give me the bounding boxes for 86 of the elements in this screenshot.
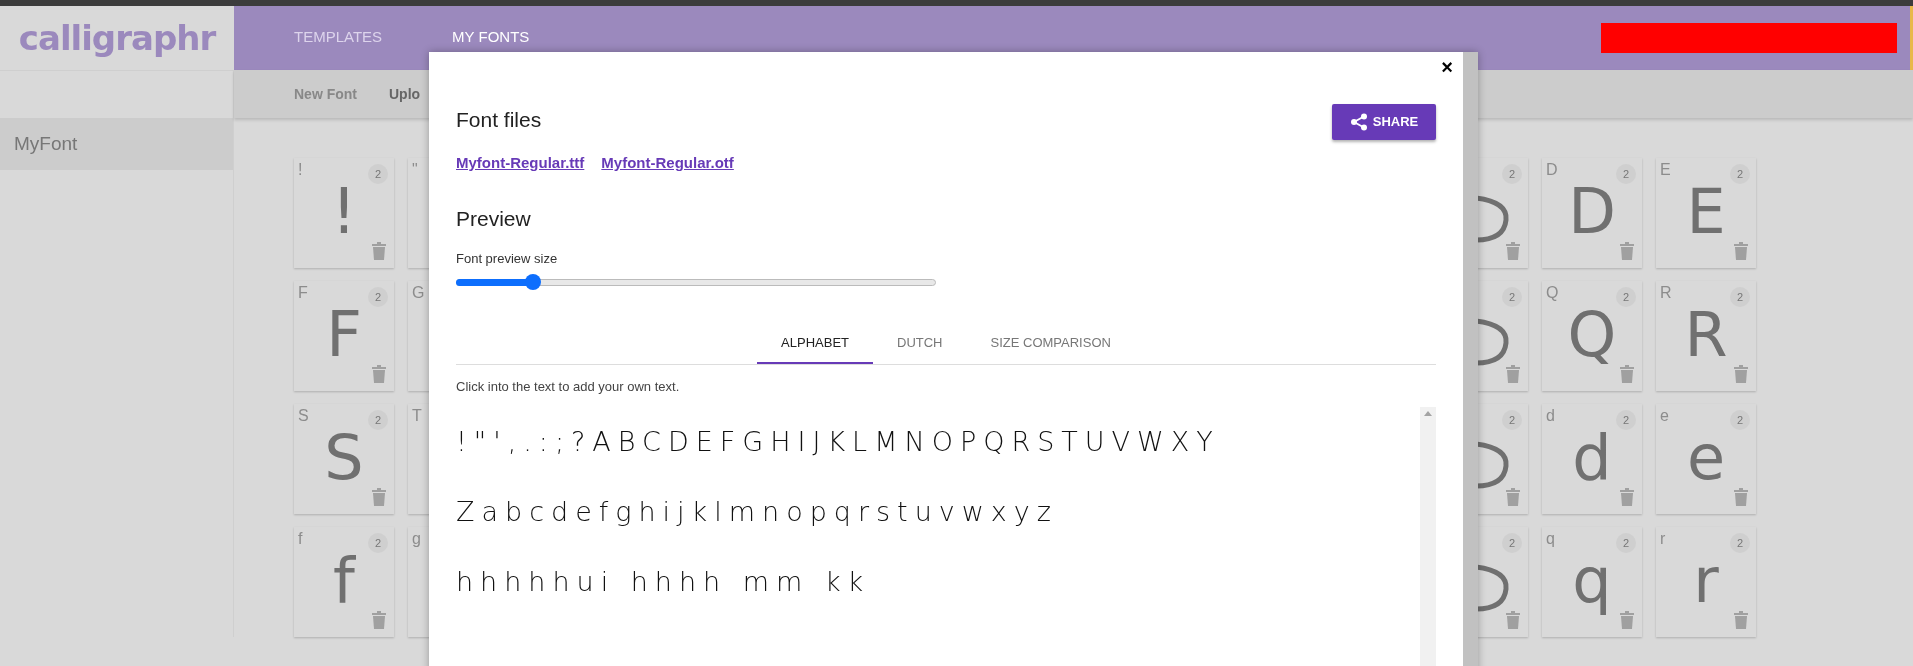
glyph-card[interactable]: ! 2 ! — [294, 158, 394, 268]
preview-tab[interactable]: DUTCH — [873, 324, 967, 364]
glyph-label: E — [1660, 160, 1671, 180]
glyph-preview: d — [1572, 426, 1612, 490]
glyph-label: " — [412, 160, 418, 180]
glyph-label: g — [412, 529, 421, 549]
count-badge: 2 — [368, 164, 388, 184]
preview-tab[interactable]: SIZE COMPARISON — [966, 324, 1135, 364]
glyph-preview: Q — [1567, 303, 1617, 367]
subnav-link[interactable]: Uplo — [389, 83, 421, 105]
preview-text-line: Zabcdefghijklmnopqrstuvwxyz — [456, 494, 1059, 529]
glyph-label: F — [298, 283, 308, 303]
preview-text-area[interactable]: !"',.:;?ABCDEFGHIJKLMNOPQRSTUVWXY Zabcdefghijklmnopqrstuvwxyz hhhhhui hhhh mm kk — [456, 406, 1420, 666]
glyph-label: Q — [1546, 283, 1559, 303]
glyph-label: T — [412, 406, 422, 426]
trash-icon[interactable] — [1620, 611, 1634, 629]
scroll-up-icon[interactable] — [1424, 410, 1432, 416]
count-badge: 2 — [1502, 533, 1522, 553]
nav-tab[interactable]: TEMPLATES — [294, 6, 383, 70]
glyph-label: q — [1546, 529, 1555, 549]
section-title: Font files — [456, 107, 543, 133]
glyph-preview: r — [1693, 549, 1719, 613]
share-icon — [1349, 113, 1368, 131]
count-badge: 2 — [1502, 164, 1522, 184]
glyph-card[interactable]: r 2 r — [1656, 527, 1756, 637]
count-badge: 2 — [1730, 533, 1750, 553]
trash-icon[interactable] — [372, 365, 386, 383]
trash-icon[interactable] — [1506, 365, 1520, 383]
trash-icon[interactable] — [1734, 365, 1748, 383]
section-title: Preview — [456, 205, 532, 232]
count-badge: 2 — [368, 533, 388, 553]
glyph-card[interactable]: f 2 f — [294, 527, 394, 637]
subnav-link[interactable]: New Font — [294, 83, 357, 105]
count-badge: 2 — [1616, 287, 1636, 307]
glyph-label: R — [1660, 283, 1672, 303]
glyph-preview: ! — [331, 180, 357, 244]
trash-icon[interactable] — [1734, 242, 1748, 260]
glyph-preview: F — [326, 303, 362, 367]
slider-label: Font preview size — [456, 249, 559, 268]
glyph-label: r — [1660, 529, 1666, 549]
share-button[interactable]: SHARE — [1332, 104, 1436, 140]
count-badge: 2 — [368, 410, 388, 430]
glyph-label: G — [412, 283, 425, 303]
count-badge: 2 — [1616, 164, 1636, 184]
glyph-preview: E — [1686, 180, 1726, 244]
preview-text-line: !"',.:;?ABCDEFGHIJKLMNOPQRSTUVWXY — [456, 424, 1221, 459]
trash-icon[interactable] — [372, 242, 386, 260]
trash-icon[interactable] — [1506, 488, 1520, 506]
glyph-label: d — [1546, 406, 1555, 426]
glyph-preview: D — [1568, 180, 1616, 244]
trash-icon[interactable] — [1620, 488, 1634, 506]
glyph-label: f — [298, 529, 303, 549]
count-badge: 2 — [1616, 533, 1636, 553]
trash-icon[interactable] — [1506, 242, 1520, 260]
glyph-card[interactable]: F 2 F — [294, 281, 394, 391]
glyph-label: D — [1546, 160, 1558, 180]
file-link[interactable]: Myfont-Regular.otf — [601, 152, 734, 175]
glyph-preview: f — [333, 549, 355, 613]
trash-icon[interactable] — [372, 488, 386, 506]
glyph-preview: q — [1572, 549, 1612, 613]
glyph-label: S — [298, 406, 309, 426]
trash-icon[interactable] — [1506, 611, 1520, 629]
glyph-preview: S — [324, 426, 364, 490]
glyph-preview: R — [1684, 303, 1728, 367]
glyph-label: ! — [298, 160, 303, 180]
sidebar-item[interactable]: MyFont — [0, 118, 233, 170]
trash-icon[interactable] — [1734, 488, 1748, 506]
count-badge: 2 — [1502, 287, 1522, 307]
count-badge: 2 — [1502, 410, 1522, 430]
close-button[interactable]: × — [1441, 54, 1453, 80]
count-badge: 2 — [1730, 410, 1750, 430]
glyph-preview: e — [1686, 426, 1726, 490]
trash-icon[interactable] — [372, 611, 386, 629]
hint-text: Click into the text to add your own text. — [456, 378, 681, 396]
preview-text-line: hhhhhui hhhh mm kk — [456, 564, 872, 599]
count-badge: 2 — [1730, 164, 1750, 184]
count-badge: 2 — [368, 287, 388, 307]
trash-icon[interactable] — [1620, 242, 1634, 260]
trash-icon[interactable] — [1620, 365, 1634, 383]
preview-tab[interactable]: ALPHABET — [757, 324, 873, 364]
trash-icon[interactable] — [1734, 611, 1748, 629]
file-link[interactable]: Myfont-Regular.ttf — [456, 152, 585, 175]
preview-size-slider[interactable] — [456, 274, 936, 290]
glyph-label: e — [1660, 406, 1669, 426]
count-badge: 2 — [1730, 287, 1750, 307]
count-badge: 2 — [1616, 410, 1636, 430]
